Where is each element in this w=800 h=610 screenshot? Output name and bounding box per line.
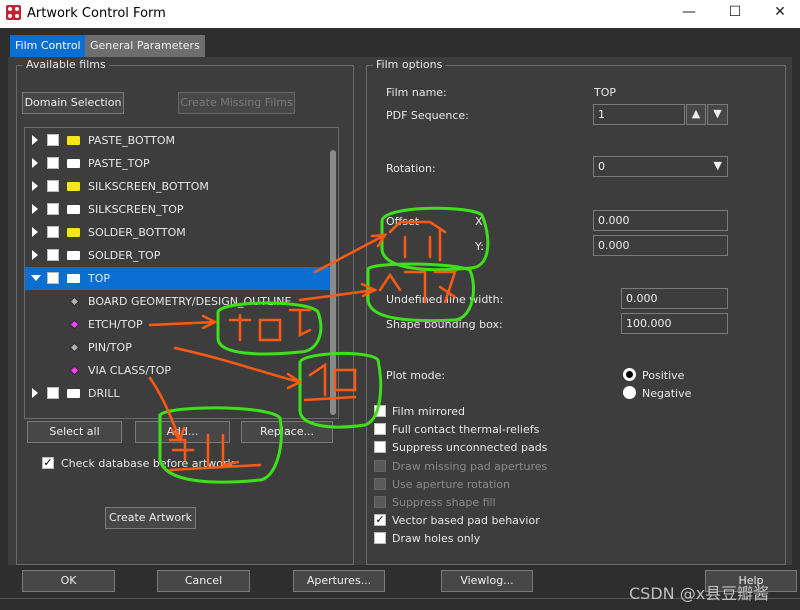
annotation-scribble — [303, 362, 357, 402]
arrow-icon — [148, 314, 218, 330]
annotation-scribble — [388, 220, 447, 262]
handwritten-annotations — [148, 206, 490, 484]
annotation-loop-top-layer — [380, 206, 490, 272]
annotation-loop-via — [158, 406, 283, 484]
annotation-scribble — [228, 308, 312, 342]
arrow-icon — [298, 282, 378, 302]
annotation-scribble — [168, 433, 262, 472]
annotation-scribble — [378, 270, 457, 304]
watermark: CSDN @x县豆瓣酱 — [629, 584, 770, 603]
